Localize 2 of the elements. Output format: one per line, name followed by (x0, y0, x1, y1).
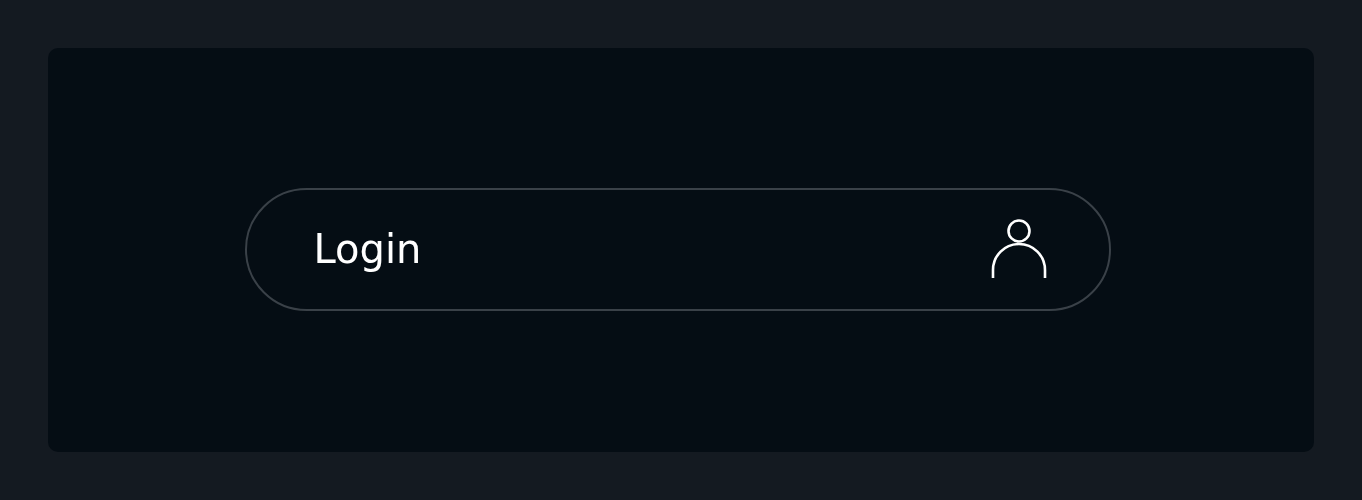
user-icon (990, 218, 1047, 280)
login-button[interactable]: Login (244, 187, 1111, 311)
